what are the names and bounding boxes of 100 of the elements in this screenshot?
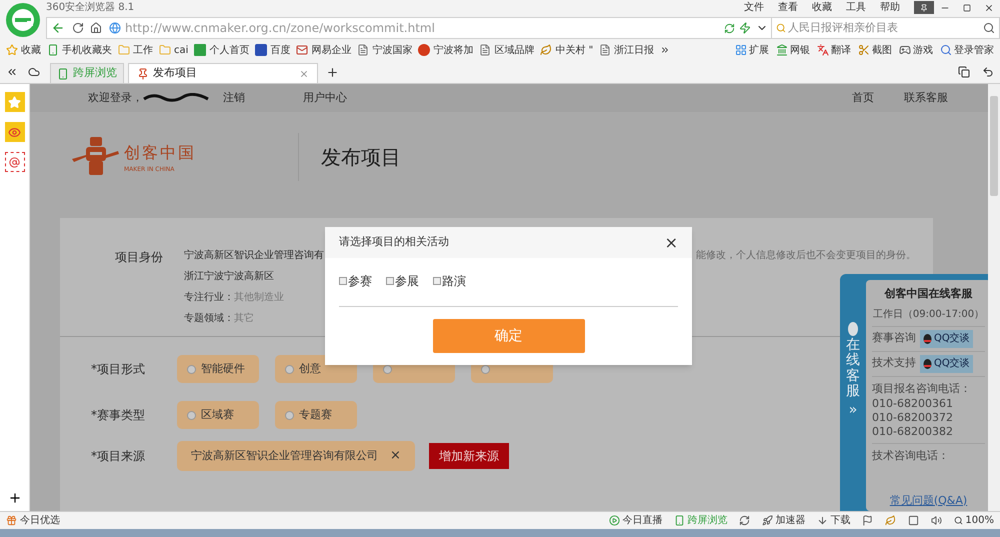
star-icon: [6, 44, 18, 56]
leaf-icon: [885, 515, 896, 526]
status-item[interactable]: 加速器: [762, 513, 806, 528]
round-logo-icon: [418, 44, 430, 56]
checkbox-label: 参展: [395, 273, 419, 290]
bookmark-item[interactable]: 区域品牌: [479, 42, 534, 58]
toolbar-item[interactable]: 游戏: [899, 42, 933, 58]
undo-icon[interactable]: [982, 66, 994, 78]
flag-icon: [862, 515, 874, 526]
bookmark-item[interactable]: 网易企业: [296, 42, 352, 58]
menu-item[interactable]: 帮助: [880, 0, 900, 15]
identity-text: 宁波高新区智识企业管理咨询有: [184, 248, 324, 263]
checkbox-label: 参赛: [348, 273, 372, 290]
folder-icon: [159, 44, 171, 56]
toolbar-item[interactable]: 翻译: [817, 42, 851, 58]
scissors-icon: [858, 44, 870, 56]
status-item[interactable]: [931, 515, 942, 526]
bookmark-item[interactable]: 手机收藏夹: [47, 42, 112, 58]
menu-item[interactable]: 查看: [778, 0, 798, 15]
bookmark-item[interactable]: 中关村 ": [540, 42, 594, 58]
add-source-button[interactable]: 增加新来源: [428, 443, 509, 469]
field-label: *赛事类型: [91, 407, 146, 424]
bookmark-item[interactable]: 宁波将加: [418, 42, 474, 58]
menu-item[interactable]: 文件: [744, 0, 764, 15]
identity-text: 浙江宁波宁波高新区: [184, 270, 274, 284]
bookmark-item[interactable]: 工作: [118, 42, 153, 58]
bookmark-item[interactable]: 宁波国家: [357, 42, 412, 58]
bookmark-item[interactable]: 收藏: [6, 42, 41, 58]
page-icon: [479, 44, 492, 56]
weibo-icon[interactable]: [4, 122, 24, 142]
hours-text: 工作日（09:00-17:00）: [872, 306, 985, 326]
toolbar-item[interactable]: 网银: [776, 42, 810, 58]
identity-field: 专注行业：其他制造业: [184, 290, 284, 305]
new-tab-button[interactable]: [326, 66, 339, 79]
remove-button[interactable]: ×: [390, 446, 401, 466]
dialog-title: 请选择项目的相关活动: [339, 234, 449, 250]
add-icon[interactable]: [8, 491, 22, 505]
bookmark-item[interactable]: 浙江日报: [599, 42, 654, 58]
field-label: *项目来源: [91, 448, 146, 465]
close-tab-icon[interactable]: [299, 68, 309, 78]
grid-icon: [735, 44, 747, 56]
option-pill[interactable]: 专题赛: [275, 401, 357, 429]
radio-button[interactable]: [187, 410, 196, 420]
gift-icon: [6, 515, 17, 526]
logout-link[interactable]: 注销: [223, 90, 245, 106]
phone-number: 010-68200372: [872, 411, 954, 425]
qq-chat-button[interactable]: QQ交谈: [920, 330, 973, 348]
checkbox[interactable]: [433, 277, 441, 285]
logo-text: 创客中国: [124, 142, 196, 164]
status-item[interactable]: [739, 515, 750, 526]
checkbox[interactable]: [386, 277, 394, 285]
option-pill[interactable]: 区域赛: [177, 401, 259, 429]
menu-item[interactable]: 收藏: [812, 0, 832, 15]
sidebar-toggle-icon[interactable]: [6, 66, 18, 78]
nav-link[interactable]: 首页: [852, 90, 874, 106]
radio-button[interactable]: [187, 364, 196, 374]
email-icon[interactable]: [4, 152, 24, 172]
search-icon: [940, 44, 952, 56]
status-item[interactable]: 下载: [817, 513, 850, 528]
scribble-drawing: [143, 93, 209, 103]
phone-number: 010-68200361: [872, 397, 954, 411]
toolbar-item[interactable]: 扩展: [735, 42, 769, 58]
cloud-icon[interactable]: [28, 66, 40, 78]
bookmark-item[interactable]: 百度: [255, 42, 290, 58]
browser-tab[interactable]: 发布项目: [128, 63, 318, 83]
more-icon[interactable]: [660, 45, 670, 55]
option-label: 创意: [299, 360, 321, 377]
radio-button[interactable]: [285, 410, 294, 420]
status-item[interactable]: [862, 515, 874, 526]
pin-icon: [920, 4, 928, 12]
toolbar-item[interactable]: 截图: [858, 42, 892, 58]
status-item[interactable]: [885, 515, 896, 526]
mail-icon: [296, 44, 308, 56]
daily-picks-item[interactable]: 今日优选: [6, 513, 60, 528]
toolbar-item[interactable]: 登录管家: [940, 42, 994, 58]
menu-item[interactable]: 工具: [846, 0, 866, 15]
status-item[interactable]: 今日直播: [609, 513, 662, 528]
identity-note: 能修改，个人信息修改后也不会变更项目的身份。: [696, 248, 916, 263]
bookmark-item[interactable]: cai: [159, 42, 188, 58]
field-label: 项目身份: [114, 249, 164, 266]
tabs-icon[interactable]: [958, 66, 970, 78]
nav-link[interactable]: 联系客服: [904, 90, 948, 106]
zoom-level[interactable]: 100%: [954, 513, 994, 528]
radio-button[interactable]: [285, 364, 294, 374]
phone-icon: [57, 68, 69, 80]
phone-icon: [47, 44, 59, 56]
rocket-icon: [762, 515, 774, 526]
option-pill[interactable]: 智能硬件: [177, 355, 259, 383]
download-icon: [817, 515, 828, 526]
pin-window-button[interactable]: [914, 1, 934, 14]
collapse-arrow[interactable]: »: [848, 400, 858, 421]
bank-icon: [776, 44, 788, 56]
qq-chat-button[interactable]: QQ交谈: [920, 354, 973, 372]
user-center-link[interactable]: 用户中心: [303, 90, 347, 106]
chat-tab-label[interactable]: 在线客服: [846, 338, 860, 400]
close-button[interactable]: ×: [664, 234, 678, 250]
status-item[interactable]: [908, 515, 920, 526]
contact-label: 技术支持: [872, 355, 916, 372]
bookmark-item[interactable]: 个人首页: [194, 42, 250, 58]
checkbox[interactable]: [339, 277, 347, 285]
